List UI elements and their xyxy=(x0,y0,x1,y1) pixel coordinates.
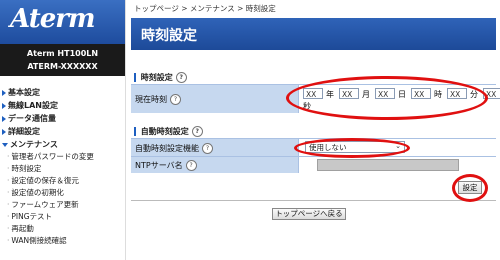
current-time-label: 現在時刻? xyxy=(135,94,181,105)
current-time-value: XX 年 XX 月 XX 日 XX 時 XX 分 XX 秒 xyxy=(298,85,500,113)
sub-item-label: 設定値の保存＆復元 xyxy=(11,176,79,185)
arrow-down-icon xyxy=(2,142,8,147)
help-icon[interactable]: ? xyxy=(170,94,181,105)
ntp-server-input xyxy=(317,159,459,171)
menu-item-wireless-lan[interactable]: 無線LAN設定 xyxy=(0,99,125,112)
sub-item-admin-password[interactable]: · 管理者パスワードの変更 xyxy=(0,151,125,163)
sidebar-menu: 基本設定 無線LAN設定 データ通信量 詳細設定 メンテナンス · 管理者パスワー… xyxy=(0,86,125,247)
bullet-icon: · xyxy=(7,176,10,185)
month-input[interactable]: XX xyxy=(339,88,359,99)
minute-unit: 分 xyxy=(470,90,478,99)
sub-item-backup-restore[interactable]: · 設定値の保存＆復元 xyxy=(0,175,125,187)
breadcrumb: トップページ > メンテナンス > 時刻設定 xyxy=(134,4,276,13)
row-label-text: 現在時刻 xyxy=(135,95,167,104)
sub-item-label: 時刻設定 xyxy=(11,164,42,173)
back-to-top-button[interactable]: トップページへ戻る xyxy=(272,208,346,220)
section-title: 時刻設定 xyxy=(140,73,173,82)
sub-item-label: 再起動 xyxy=(11,224,34,233)
menu-item-advanced-settings[interactable]: 詳細設定 xyxy=(0,125,125,138)
auto-time-function-value: 使用しない ⌄ xyxy=(298,139,496,156)
bullet-icon: · xyxy=(7,164,10,173)
section-title: 自動時刻設定 xyxy=(140,127,189,136)
menu-item-label: メンテナンス xyxy=(10,140,58,149)
bullet-icon: · xyxy=(7,200,10,209)
hour-unit: 時 xyxy=(434,90,442,99)
help-icon[interactable]: ? xyxy=(175,72,187,83)
menu-item-basic-settings[interactable]: 基本設定 xyxy=(0,86,125,99)
year-input[interactable]: XX xyxy=(303,88,323,99)
sub-item-factory-reset[interactable]: · 設定値の初期化 xyxy=(0,187,125,199)
menu-item-label: 無線LAN設定 xyxy=(8,101,58,110)
set-button[interactable]: 設定 xyxy=(458,181,482,194)
sub-item-label: 設定値の初期化 xyxy=(11,188,64,197)
menu-item-data-usage[interactable]: データ通信量 xyxy=(0,112,125,125)
menu-item-maintenance[interactable]: メンテナンス xyxy=(0,138,125,151)
bullet-icon: · xyxy=(7,152,10,161)
bullet-icon: · xyxy=(7,212,10,221)
main-content: トップページ > メンテナンス > 時刻設定 時刻設定 時刻設定? 現在時刻? … xyxy=(125,0,500,260)
row-label-text: NTPサーバ名 xyxy=(135,161,183,170)
day-unit: 日 xyxy=(398,90,406,99)
sub-item-reboot[interactable]: · 再起動 xyxy=(0,223,125,235)
sub-item-label: PINGテスト xyxy=(11,212,53,221)
divider xyxy=(131,200,496,201)
section-time-settings: 時刻設定? xyxy=(134,72,187,83)
sub-item-time-settings[interactable]: · 時刻設定 xyxy=(0,163,125,175)
help-icon[interactable]: ? xyxy=(202,143,213,154)
row-ntp-server: NTPサーバ名? xyxy=(131,156,496,173)
model-name: Aterm HT100LN xyxy=(26,49,99,58)
section-auto-time: 自動時刻設定? xyxy=(134,126,203,137)
auto-time-function-label: 自動時刻設定機能? xyxy=(135,143,213,154)
row-current-time: 現在時刻? XX 年 XX 月 XX 日 XX 時 XX 分 XX 秒 xyxy=(131,84,500,113)
help-icon[interactable]: ? xyxy=(191,126,203,137)
menu-item-label: 基本設定 xyxy=(8,88,40,97)
bullet-icon: · xyxy=(7,188,10,197)
second-input[interactable]: XX xyxy=(483,88,500,99)
menu-item-label: データ通信量 xyxy=(8,114,56,123)
aterm-logo: Aterm xyxy=(10,4,95,34)
sub-item-label: WAN側接続確認 xyxy=(11,236,67,245)
hour-input[interactable]: XX xyxy=(411,88,431,99)
ntp-server-value xyxy=(298,157,496,173)
menu-item-label: 詳細設定 xyxy=(8,127,40,136)
sidebar: Aterm Aterm HT100LN ATERM-XXXXXX 基本設定 無線… xyxy=(0,0,125,260)
arrow-right-icon xyxy=(2,102,6,109)
second-unit: 秒 xyxy=(303,102,311,111)
page-title: 時刻設定 xyxy=(141,28,197,44)
row-auto-time-function: 自動時刻設定機能? 使用しない ⌄ xyxy=(131,138,496,156)
logo-area: Aterm xyxy=(0,0,125,44)
row-label-text: 自動時刻設定機能 xyxy=(135,144,199,153)
year-unit: 年 xyxy=(326,90,334,99)
bullet-icon: · xyxy=(7,236,10,245)
sub-item-firmware-update[interactable]: · ファームウェア更新 xyxy=(0,199,125,211)
sub-item-label: ファームウェア更新 xyxy=(11,200,79,209)
sub-item-ping-test[interactable]: · PINGテスト xyxy=(0,211,125,223)
select-value: 使用しない xyxy=(309,143,347,152)
arrow-right-icon xyxy=(2,128,6,135)
help-icon[interactable]: ? xyxy=(185,160,197,171)
arrow-right-icon xyxy=(2,89,6,96)
bullet-icon: · xyxy=(7,224,10,233)
sub-item-wan-check[interactable]: · WAN側接続確認 xyxy=(0,235,125,247)
sub-item-label: 管理者パスワードの変更 xyxy=(11,152,94,161)
minute-input[interactable]: XX xyxy=(447,88,467,99)
chevron-down-icon: ⌄ xyxy=(395,142,401,150)
device-id: ATERM-XXXXXX xyxy=(27,62,98,71)
month-unit: 月 xyxy=(362,90,370,99)
arrow-right-icon xyxy=(2,115,6,122)
page-header: 時刻設定 xyxy=(131,18,496,50)
model-info: Aterm HT100LN ATERM-XXXXXX xyxy=(0,44,125,76)
auto-time-select[interactable]: 使用しない ⌄ xyxy=(305,141,405,153)
ntp-server-label: NTPサーバ名? xyxy=(135,160,197,171)
day-input[interactable]: XX xyxy=(375,88,395,99)
